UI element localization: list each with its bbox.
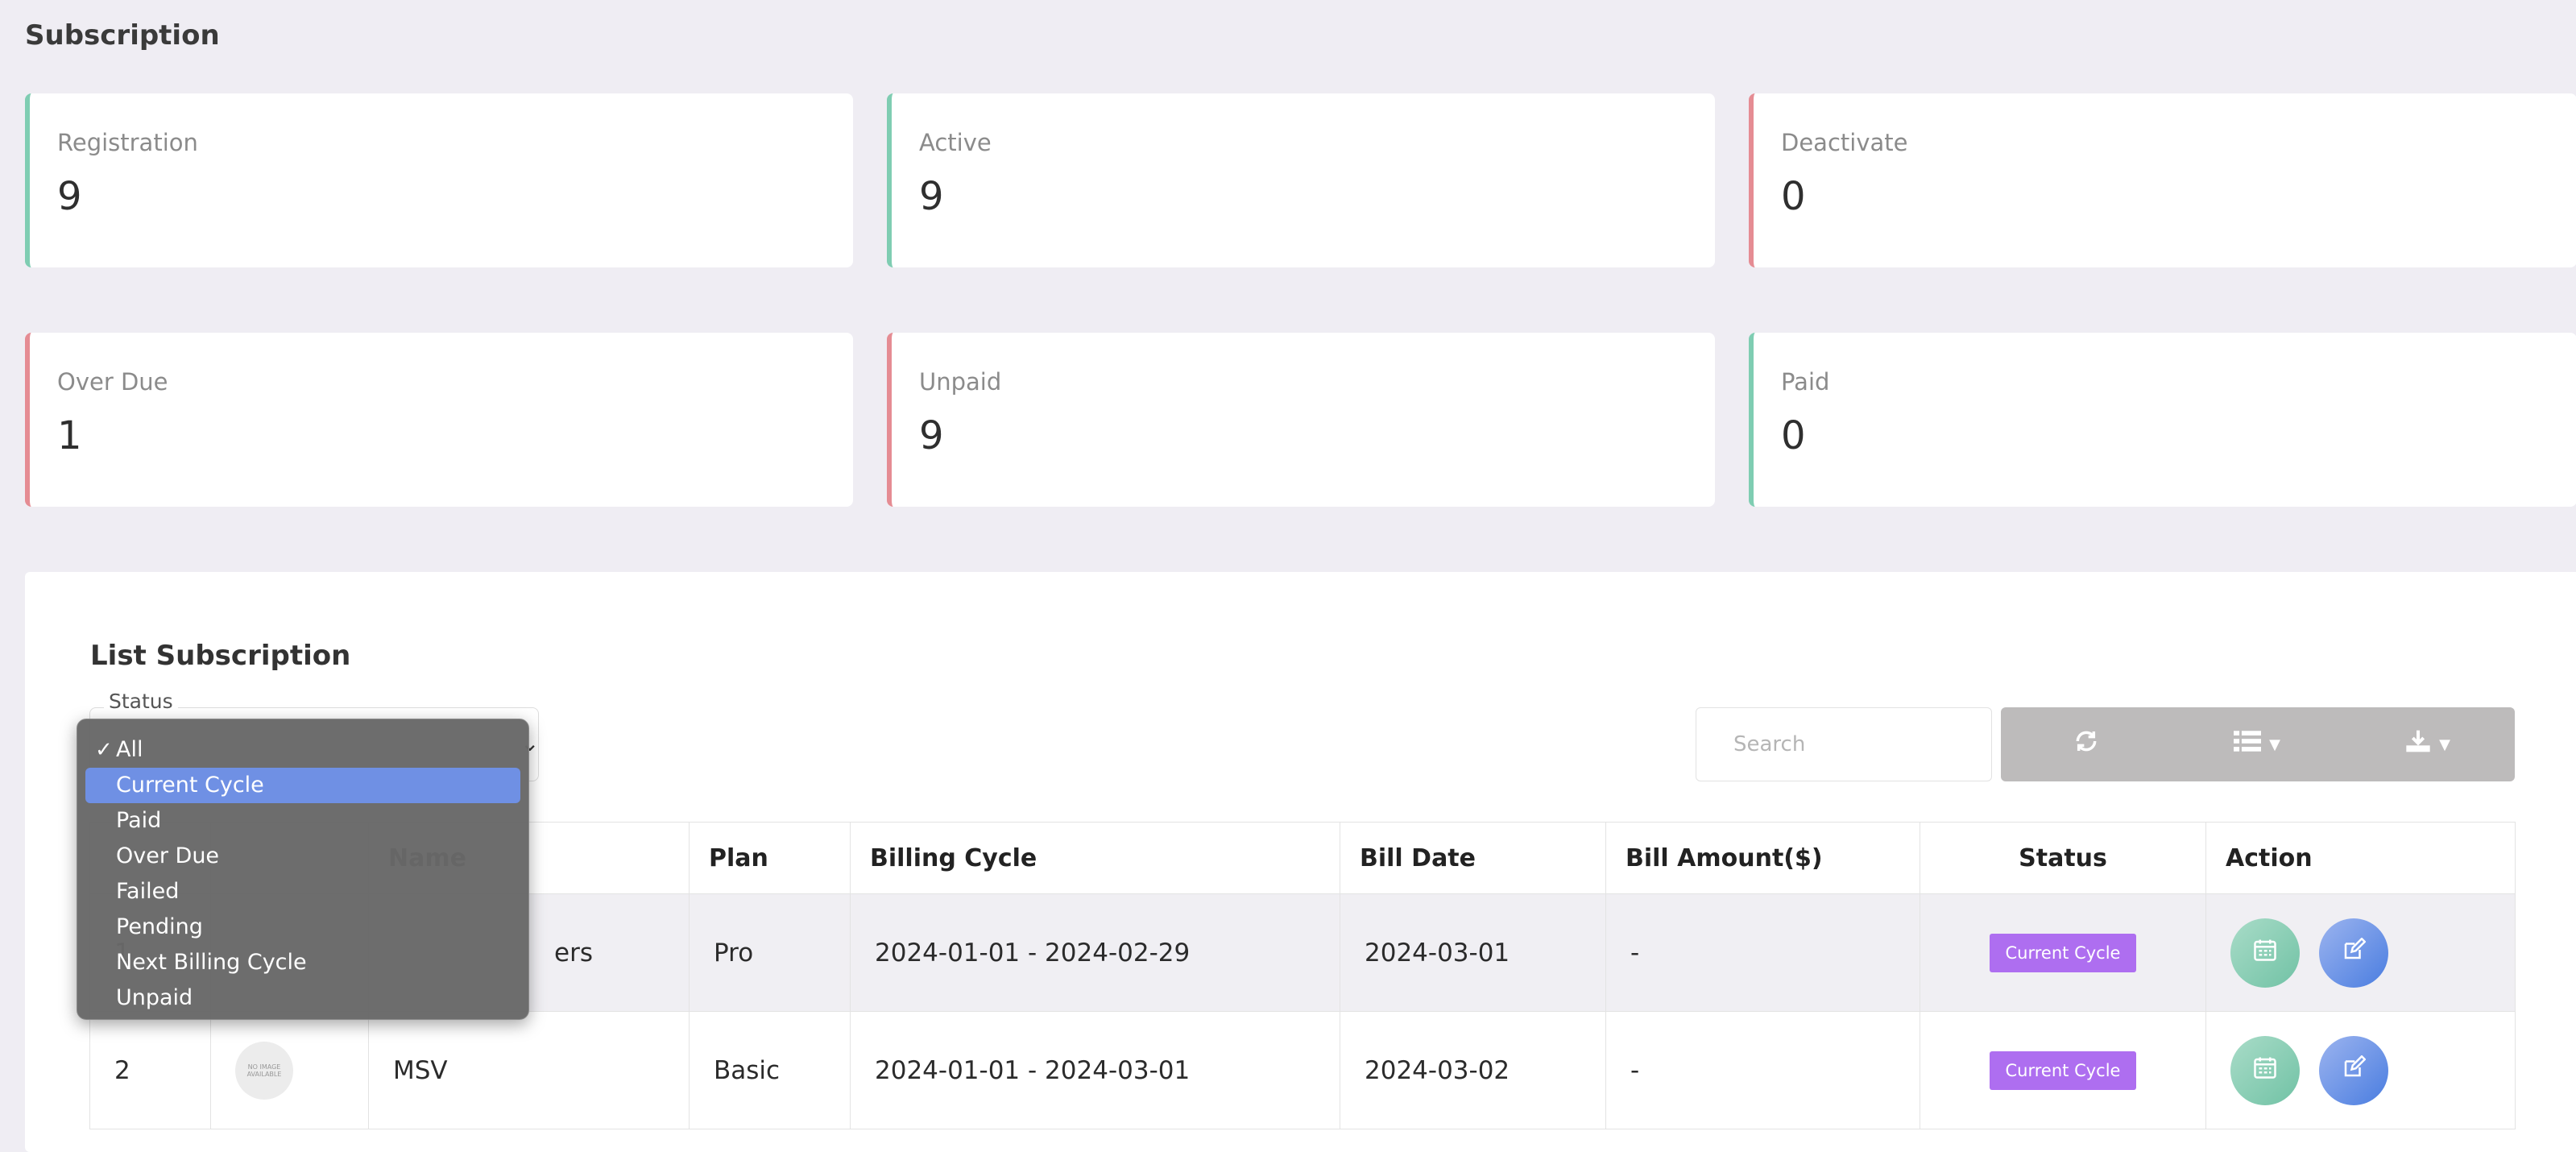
cell-image: NO IMAGE AVAILABLE	[210, 1011, 369, 1129]
stat-value: 9	[919, 413, 944, 458]
calendar-icon	[2253, 1055, 2277, 1086]
dropdown-option-paid[interactable]: Paid	[85, 803, 520, 839]
stat-label: Paid	[1781, 368, 1830, 396]
refresh-icon	[2073, 728, 2099, 760]
refresh-button[interactable]	[2001, 707, 2172, 781]
status-dropdown-menu: ✓ All Current Cycle Paid Over Due Failed…	[77, 719, 529, 1020]
stat-card-paid: Paid 0	[1749, 333, 2576, 507]
columns-icon	[2234, 729, 2262, 760]
stat-value: 0	[1781, 174, 1806, 219]
thumbnail-text: NO IMAGE AVAILABLE	[246, 1063, 282, 1078]
dropdown-option-failed[interactable]: Failed	[85, 874, 520, 910]
column-header[interactable]: Status	[1920, 822, 2206, 894]
dropdown-option-over-due[interactable]: Over Due	[85, 839, 520, 874]
cell-bill-amount: -	[1605, 893, 1920, 1012]
panel-title: List Subscription	[90, 640, 351, 672]
cell-bill-date: 2024-03-02	[1340, 1011, 1606, 1129]
stat-label: Registration	[57, 129, 198, 156]
calendar-icon	[2253, 938, 2277, 968]
dropdown-option-unpaid[interactable]: Unpaid	[85, 980, 520, 1016]
caret-down-icon: ▼	[2269, 736, 2280, 753]
option-label: All	[116, 737, 143, 762]
calendar-button[interactable]	[2230, 918, 2300, 988]
cell-action	[2205, 1011, 2516, 1129]
stat-label: Active	[919, 129, 992, 156]
cell-bill-date: 2024-03-01	[1340, 893, 1606, 1012]
stat-value: 1	[57, 413, 82, 458]
checkmark-icon: ✓	[95, 738, 113, 762]
dropdown-option-current-cycle[interactable]: Current Cycle	[85, 768, 520, 803]
stat-value: 9	[919, 174, 944, 219]
status-badge: Current Cycle	[1989, 1050, 2137, 1090]
page-title: Subscription	[25, 19, 220, 52]
status-badge: Current Cycle	[1989, 933, 2137, 972]
toolbar-button-group: ▼ ▼	[2001, 707, 2515, 781]
cell-status: Current Cycle	[1920, 1011, 2206, 1129]
column-header[interactable]: Bill Date	[1340, 822, 1606, 894]
dropdown-option-all[interactable]: ✓ All	[85, 732, 520, 768]
stat-label: Unpaid	[919, 368, 1002, 396]
table-row: 2 NO IMAGE AVAILABLE MSV Basic 2024-01-0…	[89, 1011, 2516, 1129]
column-header[interactable]: Billing Cycle	[850, 822, 1340, 894]
edit-icon	[2342, 936, 2367, 968]
cell-no: 2	[89, 1011, 211, 1129]
stat-card-over-due: Over Due 1	[25, 333, 853, 507]
stat-value: 0	[1781, 413, 1806, 458]
search-input[interactable]	[1696, 707, 1992, 781]
edit-icon	[2342, 1054, 2367, 1086]
stat-card-unpaid: Unpaid 9	[887, 333, 1715, 507]
export-button[interactable]: ▼	[2342, 707, 2513, 781]
status-label: Status	[104, 690, 178, 713]
cell-billing-cycle: 2024-01-01 - 2024-03-01	[850, 1011, 1340, 1129]
stat-label: Over Due	[57, 368, 168, 396]
cell-status: Current Cycle	[1920, 893, 2206, 1012]
column-header[interactable]: Bill Amount($)	[1605, 822, 1920, 894]
cell-plan: Pro	[689, 893, 851, 1012]
dropdown-option-pending[interactable]: Pending	[85, 910, 520, 945]
download-icon	[2405, 729, 2431, 760]
cell-plan: Basic	[689, 1011, 851, 1129]
edit-button[interactable]	[2318, 1035, 2388, 1105]
stat-card-registration: Registration 9	[25, 93, 853, 267]
stat-card-active: Active 9	[887, 93, 1715, 267]
column-header: Action	[2205, 822, 2516, 894]
dropdown-option-next-billing-cycle[interactable]: Next Billing Cycle	[85, 945, 520, 980]
caret-down-icon: ▼	[2439, 736, 2450, 753]
stat-value: 9	[57, 174, 82, 219]
stat-card-deactivate: Deactivate 0	[1749, 93, 2576, 267]
no-image-thumbnail: NO IMAGE AVAILABLE	[235, 1041, 293, 1100]
cell-bill-amount: -	[1605, 1011, 1920, 1129]
column-header[interactable]: Plan	[689, 822, 851, 894]
calendar-button[interactable]	[2230, 1035, 2300, 1105]
cell-name: MSV	[368, 1011, 690, 1129]
cell-billing-cycle: 2024-01-01 - 2024-02-29	[850, 893, 1340, 1012]
edit-button[interactable]	[2318, 918, 2388, 988]
stat-label: Deactivate	[1781, 129, 1908, 156]
cell-action	[2205, 893, 2516, 1012]
columns-toggle-button[interactable]: ▼	[2172, 707, 2342, 781]
